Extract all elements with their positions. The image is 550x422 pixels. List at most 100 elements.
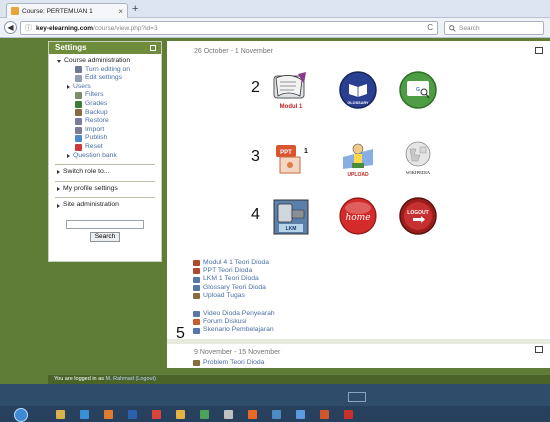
section-date: 26 October - 1 November [194,48,273,55]
folder-icon[interactable] [176,410,185,419]
reset-icon [75,143,82,151]
sidebar-item-turn-editing-on[interactable]: Turn editing on [55,66,155,75]
upload-icon[interactable]: UPLOAD [337,139,379,181]
window-preview-icon[interactable] [348,392,366,402]
network-icon[interactable] [296,410,305,419]
divider [55,164,155,166]
resource-link[interactable]: Glossary Teori Dioda [193,284,269,292]
glossary-caption: GLOSSARY [347,101,369,105]
resource-label: LKM 1 Teori Dioda [203,275,259,283]
divider [55,180,155,182]
sidebar-item-edit-settings[interactable]: Edit settings [55,74,155,83]
resource-label: Upload Tugas [203,291,245,299]
file-icon [193,276,200,283]
resource-label: PPT Teori Dioda [203,267,253,275]
sidebar-item-label: Question bank [73,151,117,159]
pdf-icon[interactable] [344,410,353,419]
resource-link[interactable]: PPT Teori Dioda [193,267,269,275]
resource-link[interactable]: Upload Tugas [193,292,269,300]
tab-course[interactable]: Course: PERTEMUAN 1 × [6,3,128,18]
profile-settings-node[interactable]: My profile settings [55,185,155,194]
user-name-link[interactable]: M. Rahmad [105,376,133,382]
ie-icon[interactable] [80,410,89,419]
wikipedia-icon[interactable]: WIKIPEDIA [397,139,439,181]
back-button[interactable]: ◀ [4,21,17,34]
backup-icon [75,109,82,117]
resource-label: Skenario Pembelajaran [203,326,274,334]
explorer-icon[interactable] [56,410,65,419]
section-toggle-icon[interactable] [535,47,543,54]
resource-link[interactable]: Video Dioda Penyearah [193,310,275,318]
sidebar-item-label: Turn editing on [85,65,131,73]
sidebar-item-reset[interactable]: Reset [55,143,155,152]
paint-icon[interactable] [200,410,209,419]
hide-block-icon[interactable] [150,45,156,51]
ppt-icon[interactable]: PPT 1 [270,139,312,181]
svg-text:G: G [416,87,420,93]
sidebar-item-import[interactable]: Import [55,126,155,135]
chrome-icon[interactable] [152,410,161,419]
switch-role-node[interactable]: Switch role to... [55,168,155,177]
resource-link[interactable]: Modul 4 1 Teori Dioda [193,259,269,267]
sidebar-item-label: Users [73,82,91,90]
reload-button[interactable]: C [427,23,433,32]
sidebar-item-label: Reset [85,142,103,150]
svg-text:PPT: PPT [280,150,292,156]
address-bar[interactable]: ⓘ key-elearning.com/course/view.php?id=3… [20,21,438,35]
settings-search-input[interactable] [66,219,144,229]
close-icon[interactable]: × [118,7,123,16]
course-administration-node[interactable]: Course administration [55,57,155,66]
settings-title: Settings [55,43,87,52]
google-icon[interactable]: G [397,70,439,112]
page-area: Settings Course administration Turn edit… [0,38,550,384]
music-icon[interactable] [224,410,233,419]
app-icon[interactable] [272,410,281,419]
wikipedia-caption: WIKIPEDIA [406,170,431,175]
info-icon[interactable]: ⓘ [25,23,32,33]
assignment-icon [193,292,200,299]
resource-link[interactable]: LKM 1 Teori Dioda [193,275,269,283]
logout-link[interactable]: (Logout) [135,376,156,382]
sidebar-item-question-bank[interactable]: Question bank [55,152,155,161]
resource-link[interactable]: Problem Teori Dioda [193,359,264,367]
windows-start-icon[interactable] [14,408,28,422]
media-icon[interactable] [104,410,113,419]
logout-icon[interactable]: LOGOUT [397,196,439,238]
modul-icon[interactable]: Modul 1 [270,70,312,112]
home-icon[interactable]: home [337,196,379,238]
site-administration-node[interactable]: Site administration [55,201,155,210]
resource-link[interactable]: Skenario Pembelajaran [193,326,275,334]
resource-link[interactable]: Forum Diskusi [193,318,275,326]
search-placeholder: Search [459,24,480,32]
svg-text:1: 1 [304,148,308,155]
sidebar-item-restore[interactable]: Restore [55,117,155,126]
word-icon[interactable] [128,410,137,419]
lkm-caption: LKM [286,226,297,232]
firefox-icon[interactable] [248,410,257,419]
sidebar-item-filters[interactable]: Filters [55,91,155,100]
file-icon [193,268,200,275]
lkm-icon[interactable]: LKM [270,196,312,238]
new-tab-button[interactable]: + [132,4,138,15]
section-divider [167,339,550,344]
search-input[interactable]: Search [444,21,544,35]
forum-icon [193,319,200,326]
grades-icon [75,100,82,108]
expand-arrow-icon [67,153,70,158]
sidebar-item-grades[interactable]: Grades [55,100,155,109]
sidebar-item-users[interactable]: Users [55,83,155,92]
desktop-strip [0,384,550,406]
sidebar-item-backup[interactable]: Backup [55,109,155,118]
sidebar-item-label: Publish [85,134,108,142]
section-toggle-icon[interactable] [535,346,543,353]
powerpoint-icon[interactable] [320,410,329,419]
pencil-icon [75,66,82,74]
sidebar-item-label: Filters [85,91,104,99]
glossary-icon[interactable]: GLOSSARY [337,70,379,112]
import-icon [75,126,82,134]
sidebar-item-label: Edit settings [85,74,123,82]
sidebar-item-publish[interactable]: Publish [55,134,155,143]
resource-label: Glossary Teori Dioda [203,283,266,291]
search-button[interactable]: Search [90,231,120,242]
logout-caption: LOGOUT [407,210,428,216]
